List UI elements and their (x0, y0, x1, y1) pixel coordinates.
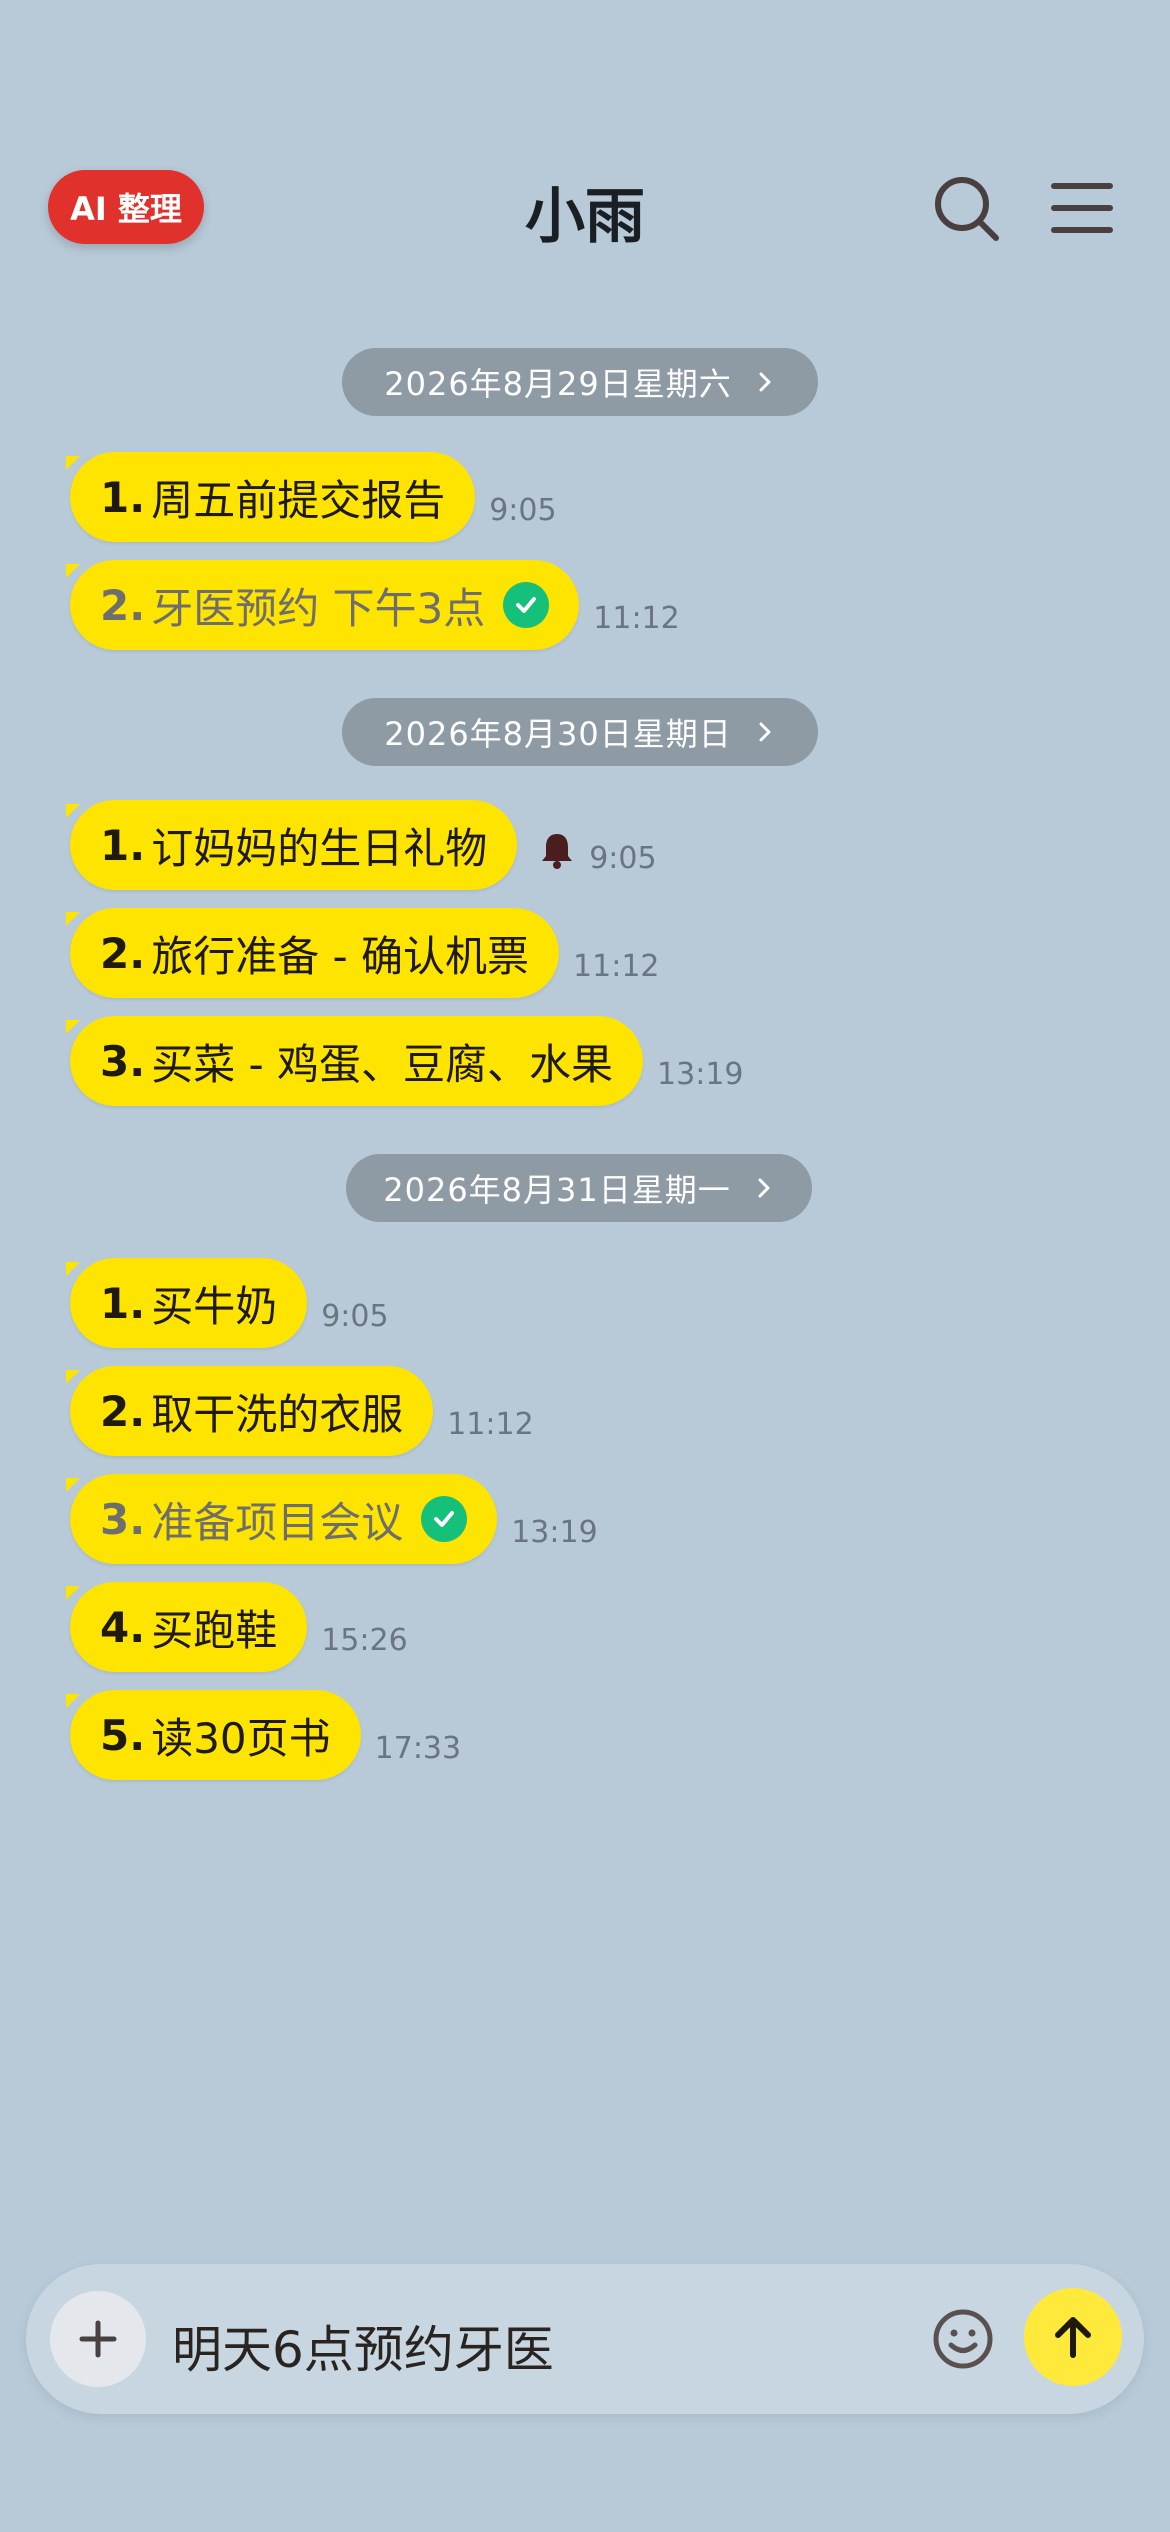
search-icon[interactable] (928, 170, 1004, 246)
item-text: 旅行准备 - 确认机票 (151, 931, 530, 981)
list-item[interactable]: 2. 旅行准备 - 确认机票 11:12 (65, 908, 660, 998)
chevron-right-icon (759, 372, 771, 392)
date-separator[interactable]: 2026年8月31日星期一 (346, 1154, 812, 1222)
item-text: 周五前提交报告 (151, 475, 446, 525)
ai-organize-button[interactable]: AI 整理 (48, 170, 204, 244)
item-number: 5. (100, 1710, 146, 1760)
item-text: 牙医预约 下午3点 (151, 583, 486, 633)
item-number: 3. (100, 1494, 146, 1544)
message-bubble[interactable]: 5. 读30页书 (66, 1690, 361, 1780)
date-separator[interactable]: 2026年8月30日星期日 (342, 698, 818, 766)
message-bubble[interactable]: 4. 买跑鞋 (65, 1582, 308, 1672)
timestamp: 17:33 (374, 1731, 462, 1766)
item-text: 准备项目会议 (151, 1497, 404, 1547)
timestamp: 9:05 (321, 1299, 389, 1334)
message-bubble[interactable]: 3. 准备项目会议 (65, 1474, 498, 1564)
message-bubble[interactable]: 1. 订妈妈的生日礼物 (65, 800, 518, 890)
date-label: 2026年8月30日星期日 (384, 715, 732, 753)
check-icon (503, 582, 550, 628)
list-item[interactable]: 3. 买菜 - 鸡蛋、豆腐、水果 13:19 (65, 1016, 744, 1106)
list-item[interactable]: 1. 订妈妈的生日礼物 9:05 (65, 800, 657, 890)
list-item[interactable]: 4. 买跑鞋 15:26 (65, 1582, 408, 1672)
message-bubble[interactable]: 1. 买牛奶 (65, 1258, 308, 1348)
item-number: 4. (100, 1602, 146, 1652)
list-item[interactable]: 1. 买牛奶 9:05 (65, 1258, 389, 1348)
send-arrow-icon (1055, 2317, 1091, 2358)
item-text: 买跑鞋 (151, 1605, 278, 1655)
item-text: 订妈妈的生日礼物 (151, 823, 488, 873)
message-bubble[interactable]: 3. 买菜 - 鸡蛋、豆腐、水果 (65, 1016, 644, 1106)
message-bubble[interactable]: 2. 取干洗的衣服 (65, 1366, 434, 1456)
date-label: 2026年8月29日星期六 (384, 365, 732, 403)
item-text: 读30页书 (151, 1713, 331, 1763)
chevron-right-icon (758, 1178, 770, 1198)
item-text: 买牛奶 (151, 1281, 278, 1331)
message-input-bar: 明天6点预约牙医 (26, 2264, 1144, 2414)
menu-icon[interactable] (1044, 170, 1120, 246)
item-number: 1. (100, 820, 146, 870)
message-bubble[interactable]: 2. 牙医预约 下午3点 (65, 560, 580, 650)
date-label: 2026年8月31日星期一 (383, 1171, 731, 1209)
plus-icon (79, 2320, 117, 2358)
item-number: 1. (100, 472, 146, 522)
item-number: 2. (100, 1386, 146, 1436)
item-number: 2. (100, 928, 146, 978)
timestamp: 11:12 (593, 601, 680, 636)
timestamp: 15:26 (321, 1623, 408, 1658)
timestamp: 9:05 (489, 493, 557, 528)
list-item[interactable]: 1. 周五前提交报告 9:05 (65, 452, 557, 542)
send-button[interactable] (1024, 2288, 1122, 2386)
list-item[interactable]: 5. 读30页书 17:33 (66, 1690, 462, 1780)
timestamp: 13:19 (657, 1057, 744, 1092)
header: AI 整理 小雨 (0, 0, 1170, 300)
timestamp: 13:19 (511, 1515, 598, 1550)
timestamp: 11:12 (573, 949, 660, 984)
list-item[interactable]: 2. 取干洗的衣服 11:12 (65, 1366, 534, 1456)
item-number: 2. (100, 580, 146, 630)
chat-screen: AI 整理 小雨 2026年8月29日星期六 1. 周五前提交报告 9:05 2… (0, 0, 1170, 2532)
item-number: 3. (100, 1036, 146, 1086)
item-text: 买菜 - 鸡蛋、豆腐、水果 (151, 1039, 614, 1089)
item-number: 1. (100, 1278, 146, 1328)
item-text: 取干洗的衣服 (151, 1389, 404, 1439)
chevron-right-icon (759, 722, 771, 742)
add-button[interactable] (50, 2291, 146, 2387)
page-title: 小雨 (525, 182, 645, 252)
check-icon (421, 1496, 468, 1542)
bell-icon (542, 834, 573, 869)
list-item[interactable]: 2. 牙医预约 下午3点 11:12 (65, 560, 680, 650)
message-bubble[interactable]: 1. 周五前提交报告 (65, 452, 476, 542)
timestamp: 11:12 (447, 1407, 534, 1442)
message-input[interactable]: 明天6点预约牙医 (172, 2310, 554, 2382)
message-bubble[interactable]: 2. 旅行准备 - 确认机票 (65, 908, 560, 998)
timestamp: 9:05 (589, 841, 657, 876)
date-separator[interactable]: 2026年8月29日星期六 (342, 348, 818, 416)
emoji-icon[interactable] (930, 2306, 996, 2372)
list-item[interactable]: 3. 准备项目会议 13:19 (65, 1474, 598, 1564)
